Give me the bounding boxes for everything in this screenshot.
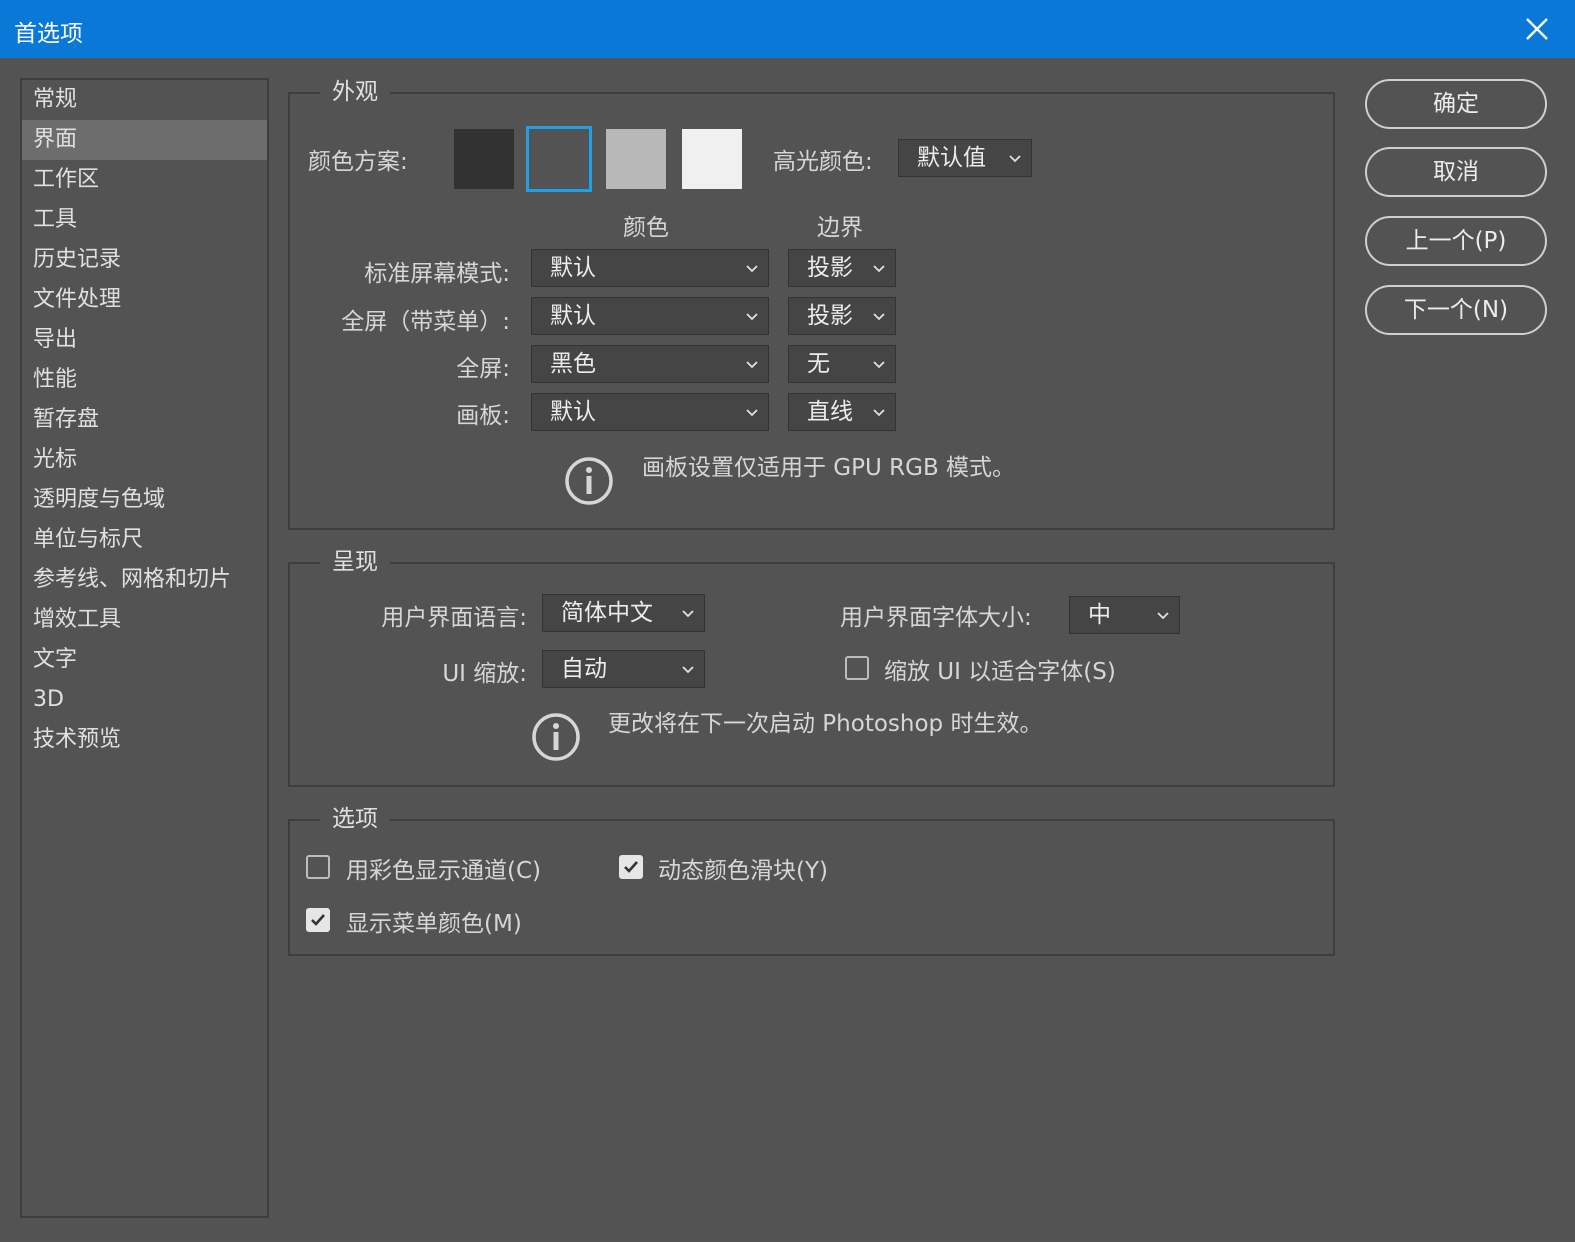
artboard-color-value: 默认 — [550, 399, 596, 425]
chevron-down-icon — [682, 610, 694, 618]
chevron-down-icon — [682, 666, 694, 674]
sidebar-item-file-handling[interactable]: 文件处理 — [22, 280, 267, 320]
full-screen-menu-color-value: 默认 — [550, 303, 596, 329]
ui-font-size-label: 用户界面字体大小: — [840, 605, 1032, 631]
dynamic-color-sliders-label[interactable]: 动态颜色滑块(Y) — [658, 851, 828, 885]
color-scheme-swatch-light[interactable] — [606, 129, 666, 189]
options-group-title: 选项 — [320, 799, 390, 833]
full-screen-label: 全屏: — [456, 356, 510, 382]
chevron-down-icon — [746, 265, 758, 273]
chevron-down-icon — [873, 361, 885, 369]
dynamic-color-sliders-checkbox[interactable] — [619, 855, 643, 879]
sidebar-item-type[interactable]: 文字 — [22, 640, 267, 680]
full-screen-menu-border-value: 投影 — [807, 303, 853, 329]
restart-info-text: 更改将在下一次启动 Photoshop 时生效。 — [608, 711, 1043, 737]
sidebar-item-general[interactable]: 常规 — [22, 80, 267, 120]
color-scheme-label: 颜色方案: — [308, 149, 408, 175]
full-screen-menu-color-select[interactable]: 默认 — [531, 297, 769, 335]
category-sidebar: 常规 界面 工作区 工具 历史记录 文件处理 导出 性能 暂存盘 光标 透明度与… — [20, 78, 269, 1218]
standard-screen-color-select[interactable]: 默认 — [531, 249, 769, 287]
highlight-color-select[interactable]: 默认值 — [898, 139, 1032, 177]
info-icon — [532, 713, 580, 761]
sidebar-item-plugins[interactable]: 增效工具 — [22, 600, 267, 640]
chevron-down-icon — [873, 265, 885, 273]
ok-button[interactable]: 确定 — [1365, 79, 1547, 129]
appearance-group: 外观 颜色方案: 高光颜色: 默认值 颜色 边界 标准屏幕模式: 默认 投影 全… — [288, 72, 1335, 530]
full-screen-menu-label: 全屏（带菜单）: — [341, 309, 510, 335]
sidebar-item-scratch-disks[interactable]: 暂存盘 — [22, 400, 267, 440]
artboard-border-select[interactable]: 直线 — [788, 393, 896, 431]
sidebar-item-units-rulers[interactable]: 单位与标尺 — [22, 520, 267, 560]
chevron-down-icon — [746, 409, 758, 417]
checkmark-icon — [624, 861, 638, 873]
standard-screen-border-value: 投影 — [807, 255, 853, 281]
chevron-down-icon — [1157, 612, 1169, 620]
sidebar-item-tech-previews[interactable]: 技术预览 — [22, 720, 267, 760]
info-icon — [565, 457, 613, 505]
options-group: 选项 用彩色显示通道(C) 动态颜色滑块(Y) 显示菜单颜色(M) — [288, 799, 1335, 956]
highlight-color-label: 高光颜色: — [773, 149, 873, 175]
color-column-header: 颜色 — [623, 215, 669, 241]
sidebar-item-workspace[interactable]: 工作区 — [22, 160, 267, 200]
show-menu-colors-label[interactable]: 显示菜单颜色(M) — [346, 904, 522, 938]
color-scheme-swatch-dark[interactable] — [526, 126, 592, 192]
show-menu-colors-checkbox[interactable] — [306, 908, 330, 932]
sidebar-item-history[interactable]: 历史记录 — [22, 240, 267, 280]
sidebar-item-interface[interactable]: 界面 — [22, 120, 267, 160]
standard-screen-mode-label: 标准屏幕模式: — [364, 261, 510, 287]
scale-ui-to-font-checkbox[interactable] — [845, 656, 869, 680]
ui-language-value: 简体中文 — [561, 600, 653, 626]
chevron-down-icon — [873, 313, 885, 321]
sidebar-item-cursors[interactable]: 光标 — [22, 440, 267, 480]
chevron-down-icon — [746, 313, 758, 321]
full-screen-menu-border-select[interactable]: 投影 — [788, 297, 896, 335]
ui-font-size-value: 中 — [1088, 602, 1111, 628]
standard-screen-border-select[interactable]: 投影 — [788, 249, 896, 287]
artboard-label: 画板: — [456, 403, 510, 429]
sidebar-item-performance[interactable]: 性能 — [22, 360, 267, 400]
full-screen-color-value: 黑色 — [550, 351, 596, 377]
sidebar-item-transparency-gamut[interactable]: 透明度与色域 — [22, 480, 267, 520]
presentation-group-title: 呈现 — [320, 542, 390, 576]
sidebar-item-tools[interactable]: 工具 — [22, 200, 267, 240]
sidebar-item-export[interactable]: 导出 — [22, 320, 267, 360]
ui-scale-label: UI 缩放: — [442, 661, 527, 687]
full-screen-border-select[interactable]: 无 — [788, 345, 896, 383]
full-screen-color-select[interactable]: 黑色 — [531, 345, 769, 383]
color-scheme-swatch-lightest[interactable] — [682, 129, 742, 189]
previous-button[interactable]: 上一个(P) — [1365, 216, 1547, 266]
color-scheme-swatch-darkest[interactable] — [454, 129, 514, 189]
scale-ui-to-font-label[interactable]: 缩放 UI 以适合字体(S) — [884, 652, 1116, 686]
presentation-group: 呈现 用户界面语言: 简体中文 用户界面字体大小: 中 UI 缩放: 自动 缩放… — [288, 542, 1335, 787]
highlight-color-value: 默认值 — [917, 145, 986, 171]
border-column-header: 边界 — [817, 215, 863, 241]
full-screen-border-value: 无 — [807, 351, 830, 377]
cancel-button[interactable]: 取消 — [1365, 147, 1547, 197]
ui-language-select[interactable]: 简体中文 — [542, 594, 705, 632]
ui-font-size-select[interactable]: 中 — [1069, 596, 1180, 634]
window-title: 首选项 — [14, 21, 83, 47]
title-bar: 首选项 — [0, 0, 1575, 58]
checkmark-icon — [311, 914, 325, 926]
chevron-down-icon — [873, 409, 885, 417]
standard-screen-color-value: 默认 — [550, 255, 596, 281]
sidebar-item-guides-grid-slices[interactable]: 参考线、网格和切片 — [22, 560, 267, 600]
appearance-group-title: 外观 — [320, 72, 390, 106]
ui-language-label: 用户界面语言: — [381, 605, 527, 631]
artboard-info-text: 画板设置仅适用于 GPU RGB 模式。 — [642, 455, 1016, 481]
show-channels-in-color-checkbox[interactable] — [306, 855, 330, 879]
ui-scale-value: 自动 — [561, 656, 607, 682]
next-button[interactable]: 下一个(N) — [1365, 285, 1547, 335]
close-icon[interactable] — [1518, 10, 1556, 48]
artboard-color-select[interactable]: 默认 — [531, 393, 769, 431]
ui-scale-select[interactable]: 自动 — [542, 650, 705, 688]
sidebar-item-3d[interactable]: 3D — [22, 680, 267, 720]
chevron-down-icon — [1009, 155, 1021, 163]
artboard-border-value: 直线 — [807, 399, 853, 425]
chevron-down-icon — [746, 361, 758, 369]
show-channels-in-color-label[interactable]: 用彩色显示通道(C) — [346, 851, 541, 885]
